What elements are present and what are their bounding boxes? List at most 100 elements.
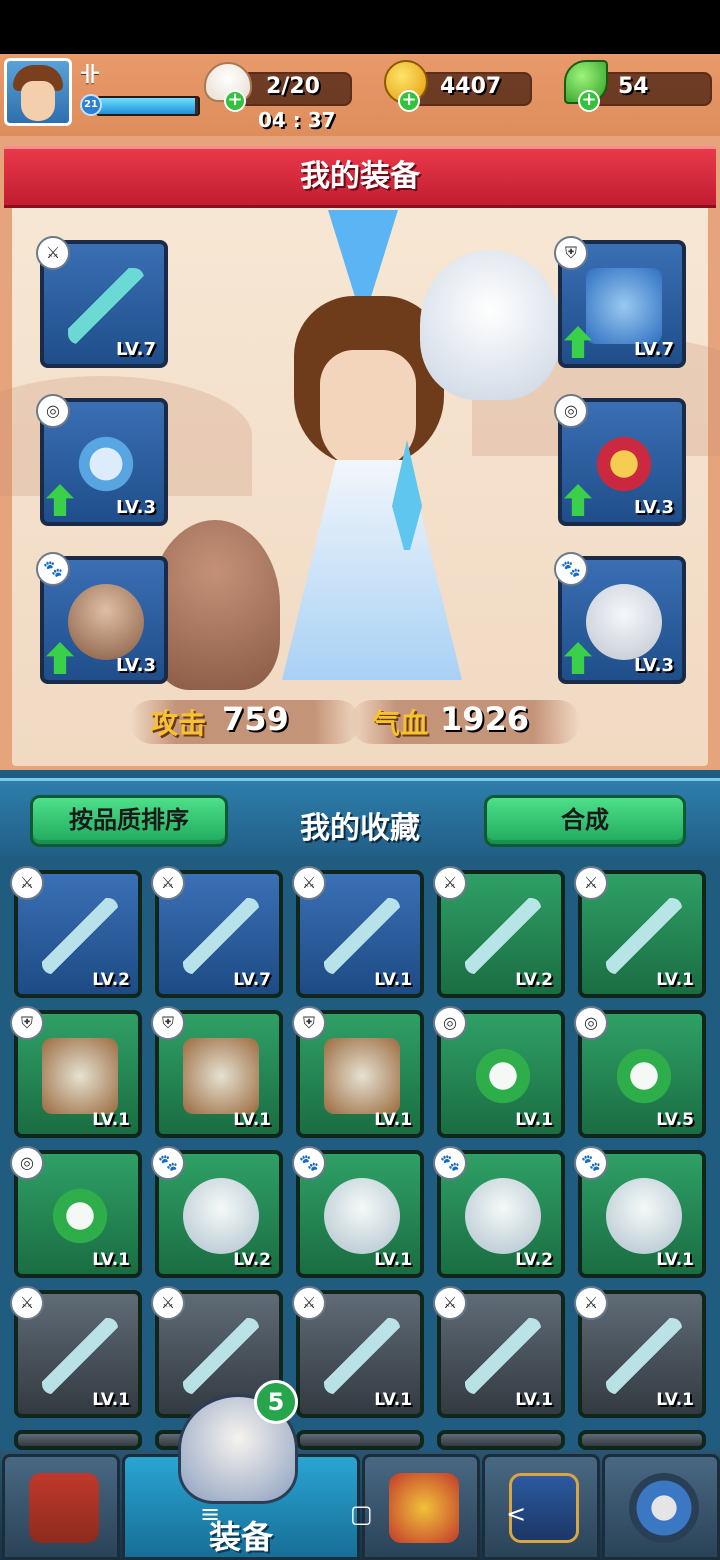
sword-icon: ⚔ xyxy=(10,866,44,900)
add-stamina-button[interactable]: + xyxy=(224,90,246,112)
robe-icon xyxy=(586,268,662,344)
item-level: LV.2 xyxy=(515,1250,553,1270)
sword-icon: ⚔ xyxy=(433,866,467,900)
armor-item-icon xyxy=(324,1038,400,1114)
collection-item[interactable]: ⛨ LV.1 xyxy=(292,1006,424,1138)
status-bar xyxy=(0,0,720,54)
sword-icon: ⚔ xyxy=(433,1286,467,1320)
equip-slot-level: LV.3 xyxy=(634,655,674,676)
paw-icon: 🐾 xyxy=(433,1146,467,1180)
collection-item[interactable]: ⚔ LV.1 xyxy=(433,1286,565,1418)
collection-item[interactable]: ◎ LV.1 xyxy=(433,1006,565,1138)
home-button[interactable]: ▢ xyxy=(350,1500,373,1528)
add-gem-button[interactable]: + xyxy=(578,90,600,112)
collection-item[interactable]: ⚔ LV.2 xyxy=(10,866,142,998)
item-level: LV.7 xyxy=(233,970,271,990)
ring-icon: ◎ xyxy=(36,394,70,428)
item-level: LV.2 xyxy=(233,1250,271,1270)
equip-slot-level: LV.3 xyxy=(634,497,674,518)
collection-item[interactable]: ⚔ LV.1 xyxy=(292,1286,424,1418)
sword-icon: ⚔ xyxy=(292,866,326,900)
collection-item-partial[interactable] xyxy=(296,1430,424,1450)
pet-item-icon xyxy=(465,1178,541,1254)
collection-title: 我的收藏 xyxy=(300,811,420,846)
sword-icon: ⚔ xyxy=(574,1286,608,1320)
paw-icon: 🐾 xyxy=(151,1146,185,1180)
upgrade-arrow-icon xyxy=(46,642,74,674)
collection-item[interactable]: 🐾 LV.2 xyxy=(151,1146,283,1278)
sort-by-quality-button[interactable]: 按品质排序 xyxy=(30,795,228,847)
equip-slot-accessory-2[interactable]: ◎ LV.3 xyxy=(554,394,686,526)
armor-icon: ⛨ xyxy=(10,1006,44,1040)
collection-item[interactable]: ⚔ LV.2 xyxy=(433,866,565,998)
weapon-item-icon xyxy=(324,1318,400,1394)
resource-bar: 卝 21 + 2/20 04 : 37 + 4407 + 54 xyxy=(0,54,720,136)
sword-icon: ⚔ xyxy=(36,236,70,270)
merge-button[interactable]: 合成 xyxy=(484,795,686,847)
item-level: LV.1 xyxy=(92,1390,130,1410)
jade-pendant-icon xyxy=(68,426,144,502)
gem-counter[interactable] xyxy=(592,72,712,106)
tab-battle[interactable] xyxy=(362,1454,480,1560)
pet-item-icon xyxy=(183,1178,259,1254)
collection-item-partial[interactable] xyxy=(437,1430,565,1450)
collection-item[interactable]: ◎ LV.1 xyxy=(10,1146,142,1278)
tab-book[interactable] xyxy=(482,1454,600,1560)
equip-slot-pet[interactable]: 🐾 LV.3 xyxy=(36,552,168,684)
collection-item[interactable]: 🐾 LV.1 xyxy=(574,1146,706,1278)
collection-item[interactable]: ⛨ LV.1 xyxy=(10,1006,142,1138)
sword-icon: ⚔ xyxy=(292,1286,326,1320)
item-level: LV.1 xyxy=(515,1110,553,1130)
stamina-timer: 04 : 37 xyxy=(258,108,336,132)
equip-slot-level: LV.3 xyxy=(116,655,156,676)
collection-item-partial[interactable] xyxy=(14,1430,142,1450)
item-level: LV.1 xyxy=(515,1390,553,1410)
tab-shop[interactable] xyxy=(2,1454,120,1560)
pendant-item-icon xyxy=(606,1038,682,1114)
paw-icon: 🐾 xyxy=(292,1146,326,1180)
collection-item[interactable]: ◎ LV.5 xyxy=(574,1006,706,1138)
add-gold-button[interactable]: + xyxy=(398,90,420,112)
paw-icon: 🐾 xyxy=(554,552,588,586)
eagle-pet xyxy=(420,250,560,400)
equip-slot-armor[interactable]: ⛨ LV.7 xyxy=(554,236,686,368)
weapon-item-icon xyxy=(606,1318,682,1394)
paw-icon: 🐾 xyxy=(36,552,70,586)
equip-slot-pet-2[interactable]: 🐾 LV.3 xyxy=(554,552,686,684)
collection-item[interactable]: ⚔ LV.1 xyxy=(10,1286,142,1418)
equip-slot-level: LV.3 xyxy=(116,497,156,518)
collection-item-partial[interactable] xyxy=(578,1430,706,1450)
collection-item[interactable]: ⚔ LV.1 xyxy=(574,1286,706,1418)
collection-item[interactable]: ⚔ LV.1 xyxy=(574,866,706,998)
weapon-item-icon xyxy=(465,898,541,974)
collection-item[interactable]: 🐾 LV.2 xyxy=(433,1146,565,1278)
item-level: LV.2 xyxy=(515,970,553,990)
ring-icon: ◎ xyxy=(554,394,588,428)
monkey-pet xyxy=(150,520,280,690)
player-avatar[interactable] xyxy=(4,58,72,126)
equip-slot-level: LV.7 xyxy=(116,339,156,360)
battle-icon xyxy=(389,1473,459,1543)
item-level: LV.1 xyxy=(92,1110,130,1130)
sword-icon: ⚔ xyxy=(574,866,608,900)
stamina-value: 2/20 xyxy=(266,74,320,99)
weapon-item-icon xyxy=(606,898,682,974)
collection-item[interactable]: ⚔ LV.1 xyxy=(292,866,424,998)
menu-button[interactable]: ≡ xyxy=(200,1500,220,1528)
collection-item[interactable]: 🐾 LV.1 xyxy=(292,1146,424,1278)
equip-slot-accessory[interactable]: ◎ LV.3 xyxy=(36,394,168,526)
monkey-pet-icon xyxy=(68,584,144,660)
tab-settings[interactable] xyxy=(602,1454,720,1560)
equip-slot-weapon[interactable]: ⚔ LV.7 xyxy=(36,236,168,368)
pendant-item-icon xyxy=(42,1178,118,1254)
item-level: LV.1 xyxy=(374,1250,412,1270)
ring-icon: ◎ xyxy=(10,1146,44,1180)
collection-item[interactable]: ⚔ LV.7 xyxy=(151,866,283,998)
back-button[interactable]: < xyxy=(506,1500,526,1528)
hp-value: 1926 xyxy=(440,700,530,738)
paw-icon: 🐾 xyxy=(574,1146,608,1180)
armor-item-icon xyxy=(42,1038,118,1114)
armor-icon: ⛨ xyxy=(151,1006,185,1040)
equip-slot-level: LV.7 xyxy=(634,339,674,360)
collection-item[interactable]: ⛨ LV.1 xyxy=(151,1006,283,1138)
